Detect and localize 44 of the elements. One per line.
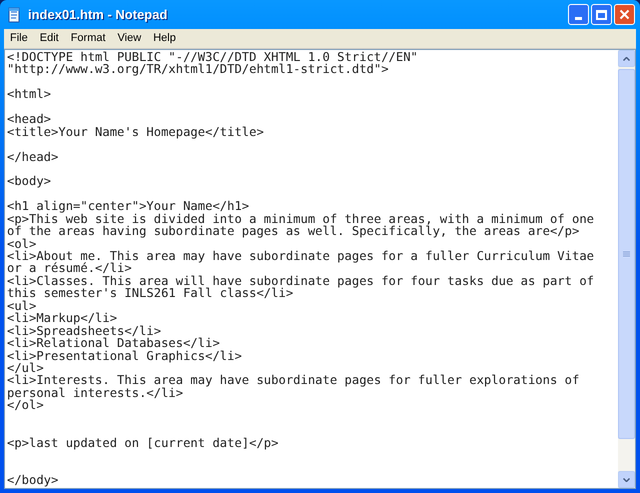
notepad-icon <box>6 6 22 22</box>
code-line: <li>Relational Databases</li> <box>7 336 220 350</box>
menu-item[interactable]: View <box>112 30 148 48</box>
code-line: <!DOCTYPE html PUBLIC "-//W3C//DTD XHTML 1.0 Strict//EN" <box>7 50 418 64</box>
code-line: </ol> <box>7 398 44 412</box>
code-line: "http://www.w3.org/TR/xhtml1/DTD/ehtml1-strict.dtd"> <box>7 62 389 76</box>
code-line: <h1 align="center">Your Name</h1> <box>7 199 250 214</box>
scroll-down-button[interactable] <box>618 471 635 488</box>
scrollbar[interactable] <box>618 50 635 488</box>
scroll-thumb[interactable] <box>618 69 635 439</box>
code-line: <li>Interests. This area may have subordinate pages for fuller explorations of <box>7 373 580 388</box>
code-line: <ul> <box>7 298 36 313</box>
close-button[interactable] <box>614 4 635 25</box>
code-line: </ul> <box>7 360 44 375</box>
code-line: </body> <box>7 472 58 487</box>
code-line: <li>Spreadsheets</li> <box>7 324 162 338</box>
maximize-button[interactable] <box>591 4 612 25</box>
minimize-icon <box>575 17 582 20</box>
menu-item[interactable]: Format <box>64 30 112 48</box>
code-line: <p>This web site is divided into a minimum of three areas, with a minimum of one <box>7 212 594 226</box>
code-line: <li>Markup</li> <box>7 311 118 326</box>
code-line: <title>Your Name's Homepage</title> <box>7 124 264 139</box>
code-line: <li>Presentational Graphics</li> <box>7 348 242 362</box>
minimize-button[interactable] <box>568 4 589 25</box>
code-line: or a résumé.</li> <box>7 261 132 276</box>
code-line: <head> <box>7 112 52 126</box>
code-line: <ol> <box>7 236 36 251</box>
close-icon <box>619 9 630 20</box>
code-line: <li>About me. This area may have subordinate pages for a fuller Curriculum Vitae <box>7 249 594 263</box>
window-title: index01.htm - Notepad <box>28 6 168 24</box>
code-line: <body> <box>7 174 52 188</box>
grip-icon <box>623 250 630 258</box>
code-line: personal interests.</li> <box>7 386 184 400</box>
menu-item[interactable]: Help <box>147 30 182 48</box>
code-line: this semester's INLS261 Fall class</li> <box>7 286 294 300</box>
menu-item[interactable]: Edit <box>34 30 65 48</box>
code-line: of the areas having subordinate pages as well. Specifically, the areas are</p> <box>7 224 580 238</box>
code-line: </head> <box>7 150 58 164</box>
code-line: <html> <box>7 87 52 102</box>
maximize-icon <box>596 10 607 20</box>
scroll-up-button[interactable] <box>618 50 635 67</box>
code-line: <li>Classes. This area will have subordinate pages for four tasks due as part of <box>7 274 594 288</box>
code-line: <p>last updated on [current date]</p> <box>7 436 278 450</box>
menu-item[interactable]: File <box>4 30 34 48</box>
